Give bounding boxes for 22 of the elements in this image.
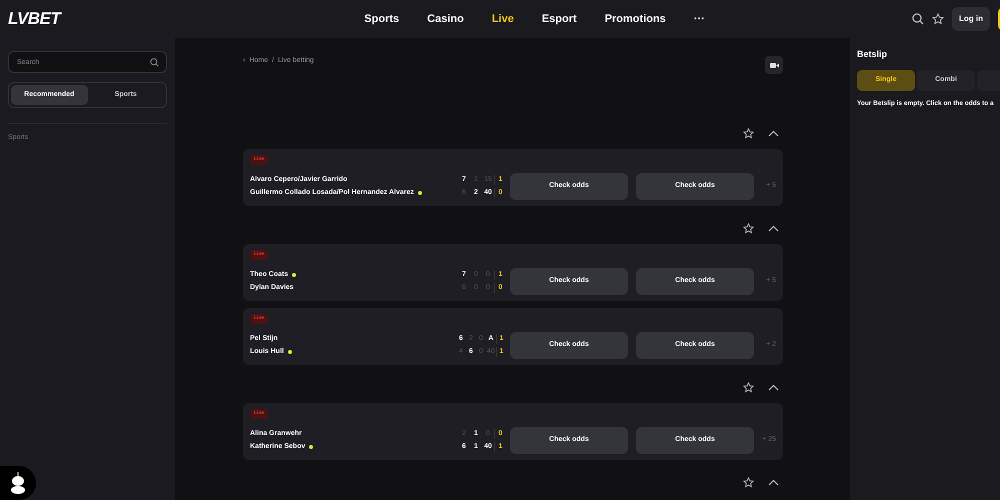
search-icon[interactable]: [912, 13, 924, 25]
nav-link[interactable]: Live: [478, 10, 528, 28]
star-icon[interactable]: [932, 13, 944, 25]
nav-link[interactable]: Casino: [413, 10, 478, 28]
chat-bot-icon[interactable]: [0, 466, 36, 500]
nav-link[interactable]: Promotions: [590, 10, 680, 28]
nav-link[interactable]: Sports: [350, 10, 414, 28]
logo[interactable]: LVBET: [8, 6, 60, 32]
star-icon[interactable]: [743, 128, 754, 139]
collapse-icon[interactable]: [768, 479, 779, 486]
video-camera-icon[interactable]: [765, 56, 783, 74]
star-icon[interactable]: [743, 382, 754, 393]
star-icon[interactable]: [743, 477, 754, 488]
collapse-icon[interactable]: [768, 225, 779, 232]
collapse-icon[interactable]: [768, 384, 779, 391]
search-icon: [150, 58, 159, 67]
nav-link[interactable]: Esport: [528, 10, 591, 28]
collapse-icon[interactable]: [768, 130, 779, 137]
login-button[interactable]: Log in: [952, 7, 990, 31]
star-icon[interactable]: [743, 223, 754, 234]
nav-link[interactable]: ···: [680, 10, 719, 28]
betslip-title: Betslip: [857, 48, 888, 61]
